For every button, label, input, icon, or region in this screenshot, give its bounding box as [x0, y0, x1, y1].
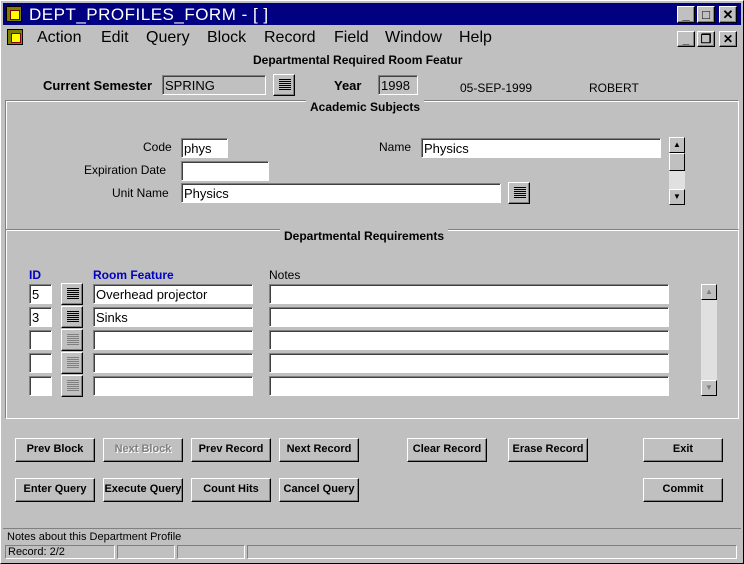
scroll-down-icon[interactable]: ▼	[669, 189, 685, 205]
status-divider	[3, 528, 741, 529]
next-block-button[interactable]: Next Block	[103, 438, 183, 462]
status-pane-4	[247, 545, 737, 559]
erase-record-button[interactable]: Erase Record	[508, 438, 588, 462]
scroll-down-icon[interactable]: ▼	[701, 380, 717, 396]
main-window: DEPT_PROFILES_FORM - [ ] _ □ ✕ Action Ed…	[0, 0, 744, 564]
expiration-date-label: Expiration Date	[84, 163, 167, 177]
scroll-up-icon[interactable]: ▲	[701, 284, 717, 300]
menu-block[interactable]: Block	[207, 29, 246, 47]
table-row-room-feature[interactable]	[93, 353, 253, 373]
table-row-notes[interactable]	[269, 330, 669, 350]
table-row-notes[interactable]	[269, 284, 669, 304]
year-label: Year	[334, 78, 362, 93]
table-row-room-feature[interactable]	[93, 376, 253, 396]
code-label: Code	[143, 140, 172, 154]
table-row-id[interactable]: 5	[29, 284, 52, 304]
enter-query-button[interactable]: Enter Query	[15, 478, 95, 502]
scroll-up-icon[interactable]: ▲	[669, 137, 685, 153]
window-title: DEPT_PROFILES_FORM - [ ]	[29, 5, 269, 24]
table-row-notes[interactable]	[269, 376, 669, 396]
app-icon[interactable]	[6, 6, 22, 22]
departmental-requirements-title: Departmental Requirements	[280, 229, 449, 243]
minimize-icon[interactable]: _	[677, 6, 695, 23]
form-title: Departmental Required Room Featur	[253, 53, 463, 67]
unit-lov-button[interactable]	[508, 182, 530, 204]
table-row-id[interactable]: 3	[29, 307, 52, 327]
menu-field[interactable]: Field	[334, 29, 369, 47]
next-record-button[interactable]: Next Record	[279, 438, 359, 462]
table-row-id[interactable]	[29, 376, 52, 396]
column-header-id: ID	[29, 268, 41, 282]
table-row-notes[interactable]	[269, 353, 669, 373]
semester-lov-button[interactable]	[273, 74, 295, 96]
mdi-minimize-icon[interactable]: _	[677, 31, 695, 47]
document-icon[interactable]	[7, 29, 23, 45]
table-row-room-feature[interactable]: Sinks	[93, 307, 253, 327]
commit-button[interactable]: Commit	[643, 478, 723, 502]
unit-name-label: Unit Name	[112, 186, 169, 200]
feature-lov-button[interactable]	[61, 329, 83, 351]
table-row-id[interactable]	[29, 330, 52, 350]
name-field[interactable]: Physics	[421, 138, 661, 158]
current-date: 05-SEP-1999	[460, 81, 533, 95]
academic-subjects-title: Academic Subjects	[306, 100, 425, 114]
column-header-room-feature: Room Feature	[93, 268, 174, 282]
menu-help[interactable]: Help	[459, 29, 492, 47]
table-row-room-feature[interactable]: Overhead projector	[93, 284, 253, 304]
current-semester-field[interactable]: SPRING	[162, 75, 266, 95]
status-pane-2	[117, 545, 175, 559]
title-bar: DEPT_PROFILES_FORM - [ ] _ □ ✕	[3, 3, 741, 25]
current-user: ROBERT	[589, 81, 639, 95]
table-row-notes[interactable]	[269, 307, 669, 327]
cancel-query-button[interactable]: Cancel Query	[279, 478, 359, 502]
feature-lov-button[interactable]	[61, 283, 83, 305]
requirements-scrollbar[interactable]: ▲ ▼	[701, 284, 717, 396]
feature-lov-button[interactable]	[61, 306, 83, 328]
current-semester-label: Current Semester	[43, 78, 153, 93]
count-hits-button[interactable]: Count Hits	[191, 478, 271, 502]
table-row-room-feature[interactable]	[93, 330, 253, 350]
scroll-thumb[interactable]	[669, 153, 685, 171]
prev-record-button[interactable]: Prev Record	[191, 438, 271, 462]
table-row-id[interactable]	[29, 353, 52, 373]
column-header-notes: Notes	[269, 268, 301, 282]
year-field[interactable]: 1998	[378, 75, 418, 95]
close-icon[interactable]: ✕	[719, 6, 737, 23]
menu-action[interactable]: Action	[37, 29, 81, 47]
prev-block-button[interactable]: Prev Block	[15, 438, 95, 462]
menu-query[interactable]: Query	[146, 29, 190, 47]
feature-lov-button[interactable]	[61, 375, 83, 397]
unit-name-field[interactable]: Physics	[181, 183, 501, 203]
mdi-restore-icon[interactable]: ❐	[697, 31, 715, 47]
execute-query-button[interactable]: Execute Query	[103, 478, 183, 502]
menu-bar: Action Edit Query Block Record Field Win…	[3, 27, 741, 49]
code-field[interactable]: phys	[181, 138, 228, 158]
status-pane-3	[177, 545, 245, 559]
maximize-icon[interactable]: □	[697, 6, 715, 23]
mdi-close-icon[interactable]: ✕	[719, 31, 737, 47]
expiration-date-field[interactable]	[181, 161, 269, 181]
subjects-scrollbar[interactable]: ▲ ▼	[669, 137, 685, 205]
menu-record[interactable]: Record	[264, 29, 316, 47]
name-label: Name	[379, 140, 412, 154]
feature-lov-button[interactable]	[61, 352, 83, 374]
menu-edit[interactable]: Edit	[101, 29, 129, 47]
status-hint: Notes about this Department Profile	[7, 531, 182, 543]
status-record: Record: 2/2	[5, 545, 115, 559]
menu-window[interactable]: Window	[385, 29, 442, 47]
clear-record-button[interactable]: Clear Record	[407, 438, 487, 462]
exit-button[interactable]: Exit	[643, 438, 723, 462]
